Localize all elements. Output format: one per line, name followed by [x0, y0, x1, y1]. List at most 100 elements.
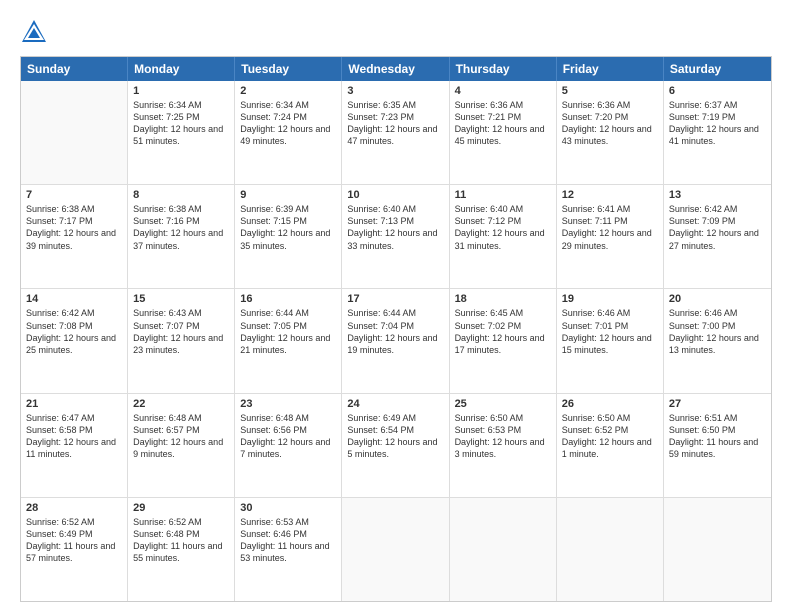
- page: SundayMondayTuesdayWednesdayThursdayFrid…: [0, 0, 792, 612]
- day-number: 25: [455, 398, 551, 410]
- calendar-cell: [450, 498, 557, 601]
- cell-info: Sunrise: 6:52 AM: [133, 516, 229, 528]
- calendar-row-1: 1Sunrise: 6:34 AMSunset: 7:25 PMDaylight…: [21, 81, 771, 185]
- cell-info: Daylight: 12 hours and 7 minutes.: [240, 436, 336, 460]
- calendar-cell: 1Sunrise: 6:34 AMSunset: 7:25 PMDaylight…: [128, 81, 235, 184]
- cell-info: Sunset: 6:49 PM: [26, 528, 122, 540]
- calendar-cell: 11Sunrise: 6:40 AMSunset: 7:12 PMDayligh…: [450, 185, 557, 288]
- day-number: 18: [455, 293, 551, 305]
- calendar-cell: 30Sunrise: 6:53 AMSunset: 6:46 PMDayligh…: [235, 498, 342, 601]
- day-number: 19: [562, 293, 658, 305]
- cell-info: Daylight: 12 hours and 49 minutes.: [240, 123, 336, 147]
- cell-info: Daylight: 12 hours and 17 minutes.: [455, 332, 551, 356]
- calendar-row-5: 28Sunrise: 6:52 AMSunset: 6:49 PMDayligh…: [21, 498, 771, 601]
- calendar-header: SundayMondayTuesdayWednesdayThursdayFrid…: [21, 57, 771, 81]
- calendar-body: 1Sunrise: 6:34 AMSunset: 7:25 PMDaylight…: [21, 81, 771, 601]
- day-number: 16: [240, 293, 336, 305]
- cell-info: Sunrise: 6:44 AM: [240, 307, 336, 319]
- calendar-row-4: 21Sunrise: 6:47 AMSunset: 6:58 PMDayligh…: [21, 394, 771, 498]
- calendar-cell: 20Sunrise: 6:46 AMSunset: 7:00 PMDayligh…: [664, 289, 771, 392]
- cell-info: Sunrise: 6:45 AM: [455, 307, 551, 319]
- cell-info: Sunset: 7:09 PM: [669, 215, 766, 227]
- calendar-cell: 6Sunrise: 6:37 AMSunset: 7:19 PMDaylight…: [664, 81, 771, 184]
- cell-info: Sunset: 6:56 PM: [240, 424, 336, 436]
- calendar-cell: [21, 81, 128, 184]
- calendar-cell: 26Sunrise: 6:50 AMSunset: 6:52 PMDayligh…: [557, 394, 664, 497]
- calendar-cell: 12Sunrise: 6:41 AMSunset: 7:11 PMDayligh…: [557, 185, 664, 288]
- day-number: 22: [133, 398, 229, 410]
- cell-info: Sunrise: 6:49 AM: [347, 412, 443, 424]
- cell-info: Sunrise: 6:40 AM: [455, 203, 551, 215]
- cell-info: Sunset: 7:05 PM: [240, 320, 336, 332]
- day-number: 26: [562, 398, 658, 410]
- day-number: 5: [562, 85, 658, 97]
- cell-info: Sunset: 6:57 PM: [133, 424, 229, 436]
- calendar-cell: 29Sunrise: 6:52 AMSunset: 6:48 PMDayligh…: [128, 498, 235, 601]
- cell-info: Sunrise: 6:51 AM: [669, 412, 766, 424]
- day-number: 15: [133, 293, 229, 305]
- calendar-cell: 10Sunrise: 6:40 AMSunset: 7:13 PMDayligh…: [342, 185, 449, 288]
- cell-info: Daylight: 12 hours and 13 minutes.: [669, 332, 766, 356]
- day-number: 1: [133, 85, 229, 97]
- cell-info: Sunrise: 6:34 AM: [133, 99, 229, 111]
- day-number: 11: [455, 189, 551, 201]
- cell-info: Sunset: 7:20 PM: [562, 111, 658, 123]
- cell-info: Sunset: 6:46 PM: [240, 528, 336, 540]
- cell-info: Sunset: 7:21 PM: [455, 111, 551, 123]
- cell-info: Sunrise: 6:37 AM: [669, 99, 766, 111]
- cell-info: Sunrise: 6:34 AM: [240, 99, 336, 111]
- header: [20, 18, 772, 46]
- day-number: 10: [347, 189, 443, 201]
- day-number: 8: [133, 189, 229, 201]
- cell-info: Sunset: 7:02 PM: [455, 320, 551, 332]
- calendar-cell: 8Sunrise: 6:38 AMSunset: 7:16 PMDaylight…: [128, 185, 235, 288]
- cell-info: Daylight: 12 hours and 41 minutes.: [669, 123, 766, 147]
- day-number: 27: [669, 398, 766, 410]
- cell-info: Sunset: 6:53 PM: [455, 424, 551, 436]
- cell-info: Sunset: 7:25 PM: [133, 111, 229, 123]
- cell-info: Daylight: 12 hours and 47 minutes.: [347, 123, 443, 147]
- calendar-row-3: 14Sunrise: 6:42 AMSunset: 7:08 PMDayligh…: [21, 289, 771, 393]
- cell-info: Sunrise: 6:35 AM: [347, 99, 443, 111]
- cell-info: Sunset: 7:19 PM: [669, 111, 766, 123]
- cell-info: Daylight: 12 hours and 19 minutes.: [347, 332, 443, 356]
- cell-info: Daylight: 12 hours and 29 minutes.: [562, 227, 658, 251]
- cell-info: Sunrise: 6:44 AM: [347, 307, 443, 319]
- header-day-saturday: Saturday: [664, 57, 771, 81]
- day-number: 4: [455, 85, 551, 97]
- cell-info: Sunrise: 6:53 AM: [240, 516, 336, 528]
- day-number: 21: [26, 398, 122, 410]
- cell-info: Sunset: 7:04 PM: [347, 320, 443, 332]
- day-number: 2: [240, 85, 336, 97]
- cell-info: Sunrise: 6:52 AM: [26, 516, 122, 528]
- header-day-friday: Friday: [557, 57, 664, 81]
- cell-info: Sunset: 7:13 PM: [347, 215, 443, 227]
- cell-info: Daylight: 12 hours and 25 minutes.: [26, 332, 122, 356]
- calendar-cell: 28Sunrise: 6:52 AMSunset: 6:49 PMDayligh…: [21, 498, 128, 601]
- calendar-cell: 13Sunrise: 6:42 AMSunset: 7:09 PMDayligh…: [664, 185, 771, 288]
- cell-info: Sunset: 7:00 PM: [669, 320, 766, 332]
- calendar-cell: 25Sunrise: 6:50 AMSunset: 6:53 PMDayligh…: [450, 394, 557, 497]
- calendar-cell: 3Sunrise: 6:35 AMSunset: 7:23 PMDaylight…: [342, 81, 449, 184]
- day-number: 29: [133, 502, 229, 514]
- calendar-cell: 24Sunrise: 6:49 AMSunset: 6:54 PMDayligh…: [342, 394, 449, 497]
- calendar-cell: 19Sunrise: 6:46 AMSunset: 7:01 PMDayligh…: [557, 289, 664, 392]
- cell-info: Daylight: 12 hours and 31 minutes.: [455, 227, 551, 251]
- header-day-thursday: Thursday: [450, 57, 557, 81]
- cell-info: Daylight: 12 hours and 9 minutes.: [133, 436, 229, 460]
- calendar-cell: 5Sunrise: 6:36 AMSunset: 7:20 PMDaylight…: [557, 81, 664, 184]
- day-number: 3: [347, 85, 443, 97]
- cell-info: Sunrise: 6:42 AM: [669, 203, 766, 215]
- cell-info: Sunset: 7:07 PM: [133, 320, 229, 332]
- cell-info: Sunset: 6:48 PM: [133, 528, 229, 540]
- header-day-sunday: Sunday: [21, 57, 128, 81]
- cell-info: Sunset: 7:24 PM: [240, 111, 336, 123]
- calendar-cell: 22Sunrise: 6:48 AMSunset: 6:57 PMDayligh…: [128, 394, 235, 497]
- cell-info: Daylight: 12 hours and 3 minutes.: [455, 436, 551, 460]
- calendar-cell: [342, 498, 449, 601]
- calendar-row-2: 7Sunrise: 6:38 AMSunset: 7:17 PMDaylight…: [21, 185, 771, 289]
- cell-info: Daylight: 12 hours and 21 minutes.: [240, 332, 336, 356]
- day-number: 17: [347, 293, 443, 305]
- cell-info: Daylight: 12 hours and 45 minutes.: [455, 123, 551, 147]
- calendar-cell: 9Sunrise: 6:39 AMSunset: 7:15 PMDaylight…: [235, 185, 342, 288]
